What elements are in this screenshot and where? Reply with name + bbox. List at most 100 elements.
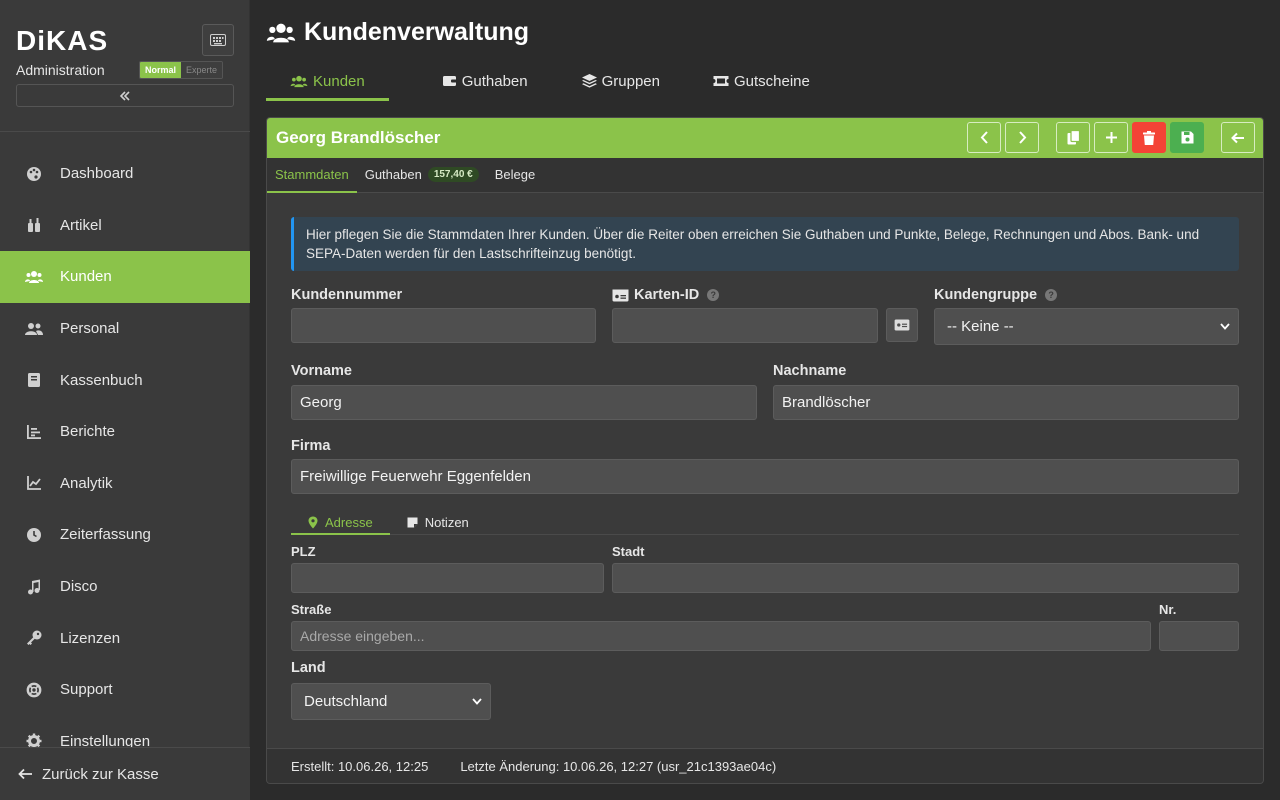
- strasse-label: Straße: [291, 602, 332, 617]
- collapse-sidebar-button[interactable]: [16, 84, 234, 107]
- sidebar-item-berichte[interactable]: Berichte: [0, 406, 250, 458]
- kundengruppe-label: Kundengruppe ?: [934, 287, 1058, 303]
- sidebar-item-label: Support: [60, 681, 113, 699]
- vorname-field[interactable]: Georg: [291, 385, 757, 420]
- stadt-field[interactable]: [612, 563, 1239, 593]
- sidebar-item-label: Disco: [60, 578, 98, 596]
- firma-field[interactable]: Freiwillige Feuerwehr Eggenfelden: [291, 459, 1239, 494]
- subtab-stammdaten[interactable]: Stammdaten: [267, 158, 357, 193]
- plus-icon: [1105, 132, 1117, 143]
- note-icon: [407, 517, 418, 528]
- back-button[interactable]: [1221, 122, 1255, 153]
- help-icon[interactable]: ?: [707, 289, 720, 301]
- sidebar-item-support[interactable]: Support: [0, 664, 250, 716]
- customer-name: Georg Brandlöscher: [276, 128, 441, 147]
- logo[interactable]: DiKAS: [16, 24, 108, 58]
- tab-adresse[interactable]: Adresse: [291, 511, 390, 535]
- land-value: Deutschland: [304, 693, 388, 710]
- plz-label: PLZ: [291, 544, 316, 559]
- nr-field[interactable]: [1159, 621, 1239, 651]
- karten-id-field[interactable]: [612, 308, 878, 343]
- book-icon: [25, 372, 43, 388]
- tab-adresse-label: Adresse: [325, 514, 373, 530]
- subtab-guthaben[interactable]: Guthaben 157,40 €: [357, 158, 487, 193]
- users-icon: [25, 270, 43, 284]
- main-tabs: Kunden Guthaben Gruppen Gutscheine: [266, 64, 834, 101]
- kundengruppe-select[interactable]: -- Keine --: [934, 308, 1239, 345]
- tab-label: Gutscheine: [733, 72, 810, 90]
- land-select[interactable]: Deutschland: [291, 683, 491, 720]
- mode-expert-button[interactable]: Experte: [181, 62, 223, 78]
- scan-card-button[interactable]: [886, 308, 918, 342]
- tab-kunden[interactable]: Kunden: [266, 64, 389, 101]
- arrow-left-icon: [18, 768, 33, 780]
- nachname-label: Nachname: [773, 363, 847, 379]
- card-header: Georg Brandlöscher: [267, 118, 1263, 158]
- copy-icon: [1067, 130, 1080, 145]
- sidebar-item-kunden[interactable]: Kunden: [0, 251, 250, 303]
- card-footer: Erstellt: 10.06.26, 12:25 Letzte Änderun…: [267, 748, 1263, 783]
- strasse-field[interactable]: Adresse eingeben...: [291, 621, 1151, 651]
- save-button[interactable]: [1170, 122, 1204, 153]
- lifebuoy-icon: [25, 682, 43, 698]
- sidebar-item-disco[interactable]: Disco: [0, 561, 250, 613]
- chevron-left-icon: [980, 131, 988, 144]
- help-icon[interactable]: ?: [1045, 289, 1058, 301]
- plz-field[interactable]: [291, 563, 604, 593]
- tab-gutscheine[interactable]: Gutscheine: [684, 64, 834, 101]
- mode-toggle: Normal Experte: [139, 61, 224, 79]
- tab-guthaben[interactable]: Guthaben: [389, 64, 555, 101]
- mode-normal-button[interactable]: Normal: [140, 62, 182, 78]
- page-title-text: Kundenverwaltung: [304, 18, 530, 46]
- karten-id-label: Karten-ID ?: [612, 287, 720, 303]
- created-timestamp: Erstellt: 10.06.26, 12:25: [291, 758, 429, 774]
- sidebar-item-label: Personal: [60, 320, 120, 338]
- map-pin-icon: [308, 516, 318, 529]
- tab-gruppen[interactable]: Gruppen: [555, 64, 684, 101]
- form-area: Hier pflegen Sie die Stammdaten Ihrer Ku…: [267, 193, 1263, 749]
- kundennummer-field[interactable]: [291, 308, 596, 343]
- palette-icon: [25, 166, 43, 182]
- music-icon: [25, 579, 43, 595]
- sidebar-divider: [0, 131, 250, 132]
- trash-icon: [1143, 130, 1155, 145]
- line-chart-icon: [25, 475, 43, 491]
- keyboard-button[interactable]: [202, 24, 234, 56]
- sidebar-item-zeiterfassung[interactable]: Zeiterfassung: [0, 509, 250, 561]
- sidebar-item-lizenzen[interactable]: Lizenzen: [0, 612, 250, 664]
- add-button[interactable]: [1094, 122, 1128, 153]
- land-label: Land: [291, 660, 326, 676]
- next-button[interactable]: [1005, 122, 1039, 153]
- users-icon: [266, 22, 296, 44]
- user-group-icon: [25, 322, 43, 336]
- clock-icon: [25, 527, 43, 543]
- sidebar-item-kassenbuch[interactable]: Kassenbuch: [0, 354, 250, 406]
- sidebar-item-artikel[interactable]: Artikel: [0, 200, 250, 252]
- tab-label: Kunden: [313, 72, 365, 90]
- back-to-register-button[interactable]: Zurück zur Kasse: [0, 747, 250, 800]
- key-icon: [25, 630, 43, 646]
- double-chevron-left-icon: [119, 90, 130, 101]
- sidebar-item-label: Kunden: [60, 268, 112, 286]
- sidebar-item-personal[interactable]: Personal: [0, 303, 250, 355]
- tab-label: Guthaben: [461, 72, 528, 90]
- chevron-down-icon: [472, 698, 482, 705]
- vorname-label: Vorname: [291, 363, 352, 379]
- page-title: Kundenverwaltung: [266, 18, 529, 47]
- firma-label: Firma: [291, 438, 331, 454]
- subtab-belege[interactable]: Belege: [487, 158, 543, 193]
- previous-button[interactable]: [967, 122, 1001, 153]
- nachname-field[interactable]: Brandlöscher: [773, 385, 1239, 420]
- tab-notizen[interactable]: Notizen: [390, 511, 486, 535]
- sidebar-item-label: Analytik: [60, 474, 113, 492]
- sidebar-item-dashboard[interactable]: Dashboard: [0, 148, 250, 200]
- delete-button[interactable]: [1132, 122, 1166, 153]
- sidebar-item-analytik[interactable]: Analytik: [0, 458, 250, 510]
- brand: DiKAS: [16, 24, 108, 58]
- duplicate-button[interactable]: [1056, 122, 1090, 153]
- id-card-icon: [612, 289, 629, 301]
- tab-label: Gruppen: [601, 72, 660, 90]
- customer-card: Georg Brandlöscher Stammdaten Guthaben 1…: [266, 117, 1264, 784]
- customer-subtabs: Stammdaten Guthaben 157,40 € Belege: [267, 158, 1263, 193]
- wallet-icon: [442, 75, 457, 87]
